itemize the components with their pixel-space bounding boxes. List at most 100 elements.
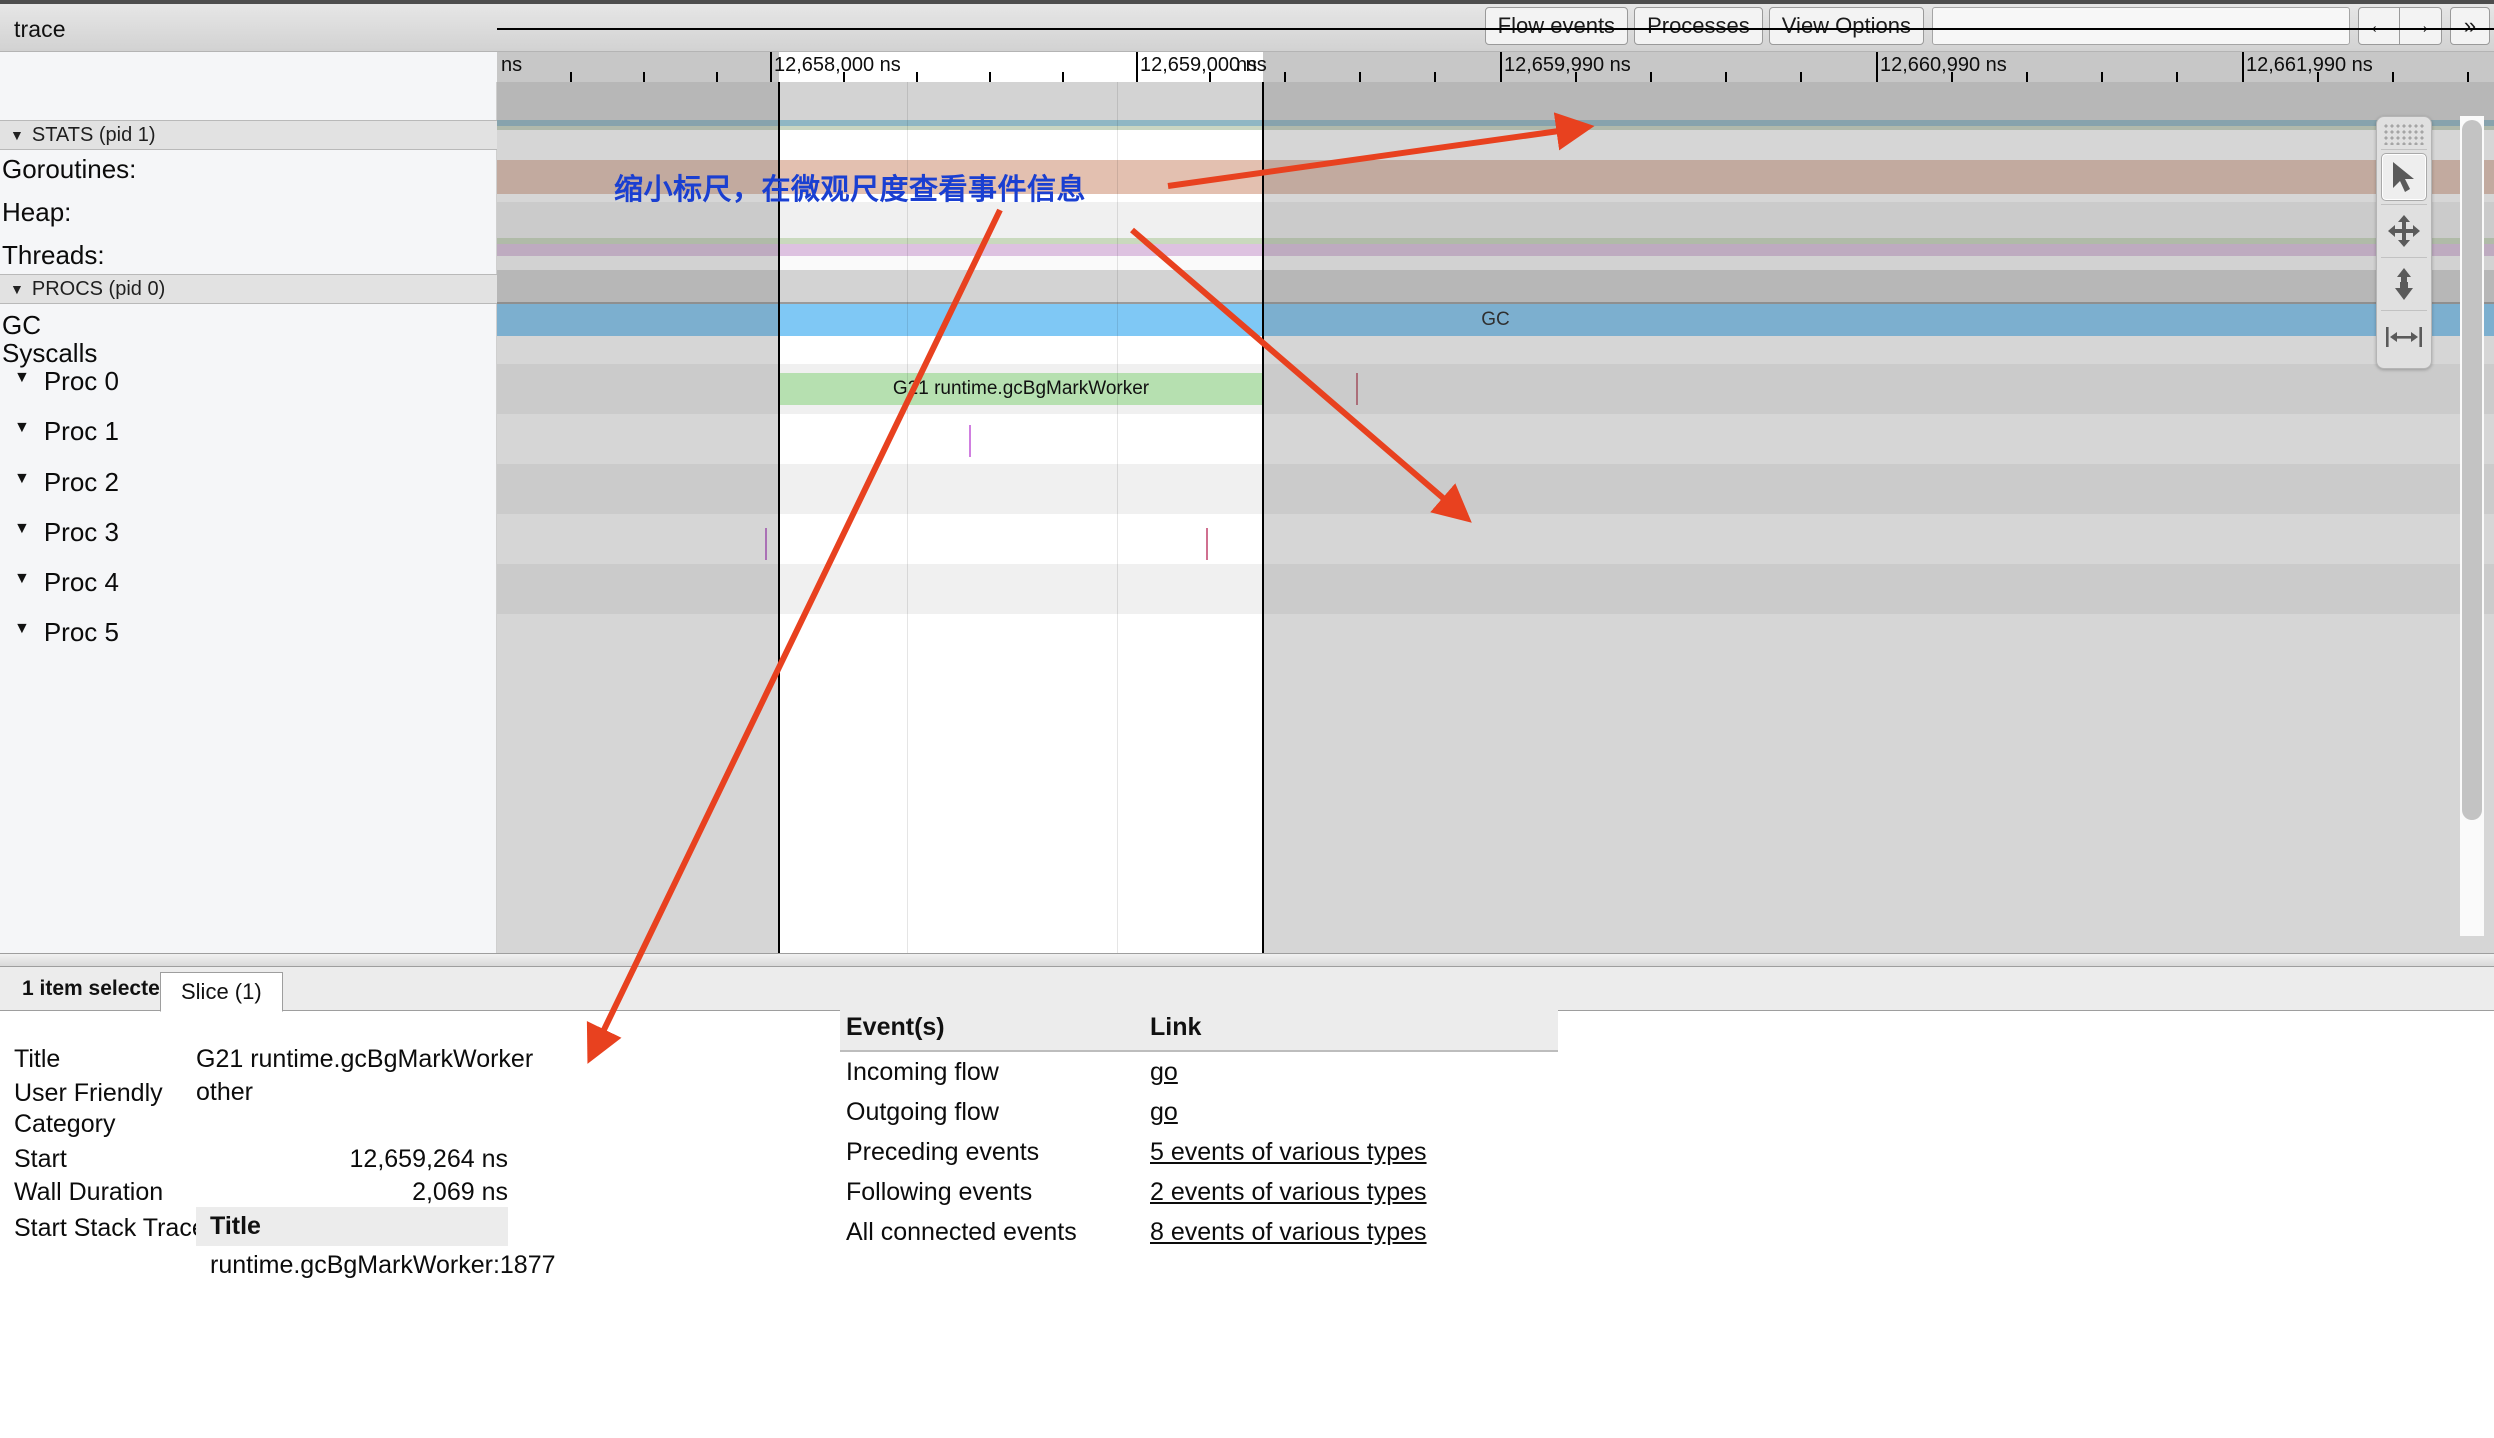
caret-down-icon[interactable]: ▼	[14, 370, 30, 386]
search-input[interactable]	[1932, 7, 2350, 45]
stack-trace-row[interactable]: runtime.gcBgMarkWorker:1877	[196, 1246, 556, 1285]
caret-down-icon[interactable]: ▼	[14, 521, 30, 537]
ruler-tick-minor	[2176, 72, 2178, 82]
view-options-button[interactable]: View Options	[1768, 7, 1924, 45]
pan-move-tool[interactable]	[2381, 208, 2427, 254]
sidebar-track-proc-2[interactable]: ▼ Proc 2	[0, 467, 497, 517]
zoom-vertical-icon	[2395, 268, 2413, 300]
ruler-tick-minor	[1575, 72, 1577, 82]
heap-band	[497, 160, 2494, 194]
ruler-tick-minor	[570, 72, 572, 82]
sidebar-track-proc-0[interactable]: ▼ Proc 0	[0, 366, 497, 416]
field-label-title: Title	[14, 1045, 61, 1073]
event-mark[interactable]	[1206, 528, 1208, 560]
drag-handle-icon[interactable]	[2383, 123, 2425, 145]
sidebar-track-proc-4[interactable]: ▼ Proc 4	[0, 567, 497, 617]
proc-2-row	[497, 464, 2494, 514]
select-cursor-icon	[2393, 162, 2414, 192]
selection-boundary-left[interactable]	[778, 82, 780, 953]
timeline-canvas[interactable]: GC G21 runtime.gcBgMarkWorker	[497, 82, 2494, 953]
group-header-stats[interactable]: ▼ STATS (pid 1)	[0, 120, 497, 150]
canvas-vertical-scrollbar[interactable]	[2460, 116, 2484, 936]
ruler-tick-minor	[2317, 72, 2319, 82]
proc-3-row	[497, 514, 2494, 564]
time-span-icon	[2386, 327, 2422, 347]
event-name: Incoming flow	[846, 1058, 999, 1086]
threads-plot	[497, 202, 2494, 238]
zoom-vertical-tool[interactable]	[2381, 261, 2427, 307]
events-table: Event(s) Link Incoming flow go Outgoing …	[840, 1007, 1558, 1252]
group-header-procs[interactable]: ▼ PROCS (pid 0)	[0, 274, 497, 304]
sidebar-track-proc-1[interactable]: ▼ Proc 1	[0, 416, 497, 466]
ruler-tick-minor	[1951, 72, 1953, 82]
details-splitter[interactable]	[0, 953, 2494, 967]
events-table-row: All connected events 8 events of various…	[840, 1212, 1558, 1252]
slice-gcbgmarkworker[interactable]: G21 runtime.gcBgMarkWorker	[779, 373, 1263, 405]
field-label-start-stack-trace: Start Stack Trace	[14, 1214, 206, 1242]
timeline-ruler[interactable]: ns 12,658,000 ns 12,659,000 ns ns 12,659…	[0, 52, 2494, 82]
caret-down-icon: ▼	[10, 127, 24, 143]
next-button[interactable]: →	[2400, 7, 2442, 45]
overflow-button[interactable]: »	[2450, 7, 2490, 45]
event-link[interactable]: go	[1150, 1058, 1178, 1086]
event-mark[interactable]	[969, 425, 971, 457]
sidebar-track-heap[interactable]: Heap:	[0, 197, 497, 239]
ruler-tick-label: 12,661,990 ns	[2246, 54, 2373, 76]
event-name: Outgoing flow	[846, 1098, 999, 1126]
tab-slice[interactable]: Slice (1)	[160, 972, 283, 1012]
caret-down-icon[interactable]: ▼	[14, 621, 30, 637]
selection-boundary-right[interactable]	[1262, 82, 1264, 953]
slice-gc[interactable]: GC	[497, 304, 2494, 336]
events-col-header-events: Event(s)	[846, 1013, 945, 1041]
event-mark[interactable]	[765, 528, 767, 560]
palette-divider	[2381, 149, 2427, 150]
caret-down-icon[interactable]: ▼	[14, 420, 30, 436]
track-label: Threads:	[2, 240, 105, 270]
ruler-tick-minor	[1725, 72, 1727, 82]
track-label: Proc 3	[43, 517, 119, 547]
slice-label: GC	[1481, 309, 1510, 330]
events-table-row: Outgoing flow go	[840, 1092, 1558, 1132]
track-label: Proc 5	[43, 617, 119, 647]
prev-button[interactable]: ←	[2358, 7, 2400, 45]
syscalls-track-row	[497, 336, 2494, 364]
sidebar-track-proc-5[interactable]: ▼ Proc 5	[0, 617, 497, 667]
ruler-tick-minor	[1434, 72, 1436, 82]
selection-status: 1 item selected.	[22, 977, 179, 1000]
stack-trace-table: Title runtime.gcBgMarkWorker:1877	[196, 1207, 556, 1285]
sidebar-track-goroutines[interactable]: Goroutines:	[0, 154, 497, 196]
caret-down-icon[interactable]: ▼	[14, 471, 30, 487]
ruler-tick-minor	[1209, 72, 1211, 82]
event-link[interactable]: go	[1150, 1098, 1178, 1126]
canvas-gridline	[907, 82, 908, 953]
event-link[interactable]: 5 events of various types	[1150, 1138, 1427, 1166]
event-link[interactable]: 2 events of various types	[1150, 1178, 1427, 1206]
select-cursor-tool[interactable]	[2381, 153, 2427, 201]
ruler-track[interactable]: ns 12,658,000 ns 12,659,000 ns ns 12,659…	[497, 52, 2494, 82]
ruler-tick-minor	[1062, 72, 1064, 82]
procs-group-band	[497, 270, 2494, 304]
caret-down-icon[interactable]: ▼	[14, 571, 30, 587]
events-table-row: Preceding events 5 events of various typ…	[840, 1132, 1558, 1172]
event-mark[interactable]	[1356, 373, 1358, 405]
ruler-tick-minor	[1284, 72, 1286, 82]
sidebar-track-proc-3[interactable]: ▼ Proc 3	[0, 517, 497, 567]
threads-band-step2	[969, 244, 1359, 256]
track-label: Proc 0	[43, 366, 119, 396]
events-table-header: Event(s) Link	[840, 1007, 1558, 1052]
flow-events-button[interactable]: Flow events	[1484, 7, 1629, 45]
details-panel: 1 item selected. Slice (1) Title G21 run…	[0, 967, 2494, 1438]
ruler-tick-minor	[2392, 72, 2394, 82]
ruler-tick-minor	[2026, 72, 2028, 82]
pan-move-icon	[2388, 215, 2420, 247]
event-link[interactable]: 8 events of various types	[1150, 1218, 1427, 1246]
processes-button[interactable]: Processes	[1634, 7, 1763, 45]
time-span-tool[interactable]	[2381, 314, 2427, 360]
proc-4-row	[497, 564, 2494, 614]
ruler-tick-minor	[2101, 72, 2103, 82]
threads-band	[497, 244, 2494, 256]
track-label: Syscalls	[2, 338, 98, 368]
heap-plot	[497, 194, 2494, 202]
scrollbar-thumb[interactable]	[2462, 120, 2482, 820]
track-label: Proc 1	[43, 416, 119, 446]
